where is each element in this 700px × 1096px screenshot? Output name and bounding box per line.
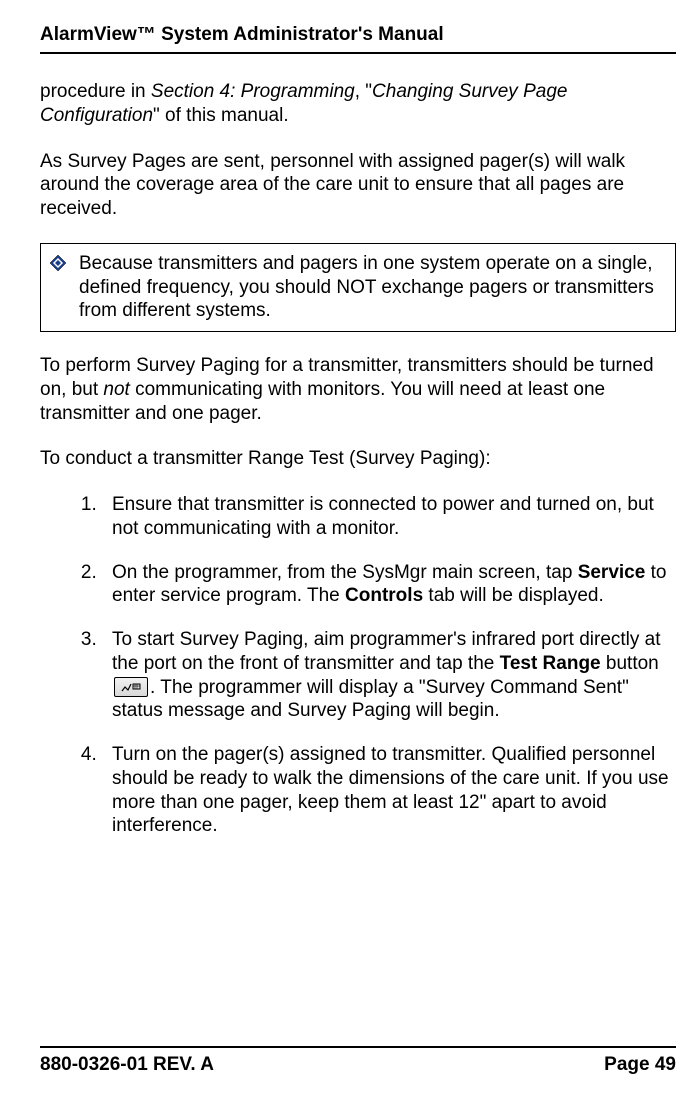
paragraph-2: As Survey Pages are sent, personnel with… (40, 150, 676, 221)
footer-page: Page 49 (604, 1054, 676, 1076)
list-item: On the programmer, from the SysMgr main … (102, 561, 676, 609)
text-italic: not (103, 379, 129, 400)
footer-rule (40, 1046, 676, 1048)
text-bold: Service (578, 562, 646, 583)
text-bold: Test Range (500, 653, 601, 674)
text: On the programmer, from the SysMgr main … (112, 562, 578, 583)
paragraph-3: To perform Survey Paging for a transmitt… (40, 354, 676, 425)
paragraph-4: To conduct a transmitter Range Test (Sur… (40, 447, 676, 471)
footer-row: 880-0326-01 REV. A Page 49 (40, 1054, 676, 1076)
note-text: Because transmitters and pagers in one s… (79, 252, 665, 323)
text-italic: Section 4: Programming (151, 81, 355, 102)
list-item: Turn on the pager(s) assigned to transmi… (102, 743, 676, 838)
list-item: Ensure that transmitter is connected to … (102, 493, 676, 541)
text: " of this manual. (153, 105, 289, 126)
text: . The programmer will display a "Survey … (112, 677, 629, 722)
text: tab will be displayed. (423, 585, 604, 606)
diamond-icon (49, 254, 67, 272)
page-footer: 880-0326-01 REV. A Page 49 (40, 1046, 676, 1076)
page-title: AlarmView™ System Administrator's Manual (40, 24, 676, 46)
step-text: Ensure that transmitter is connected to … (112, 494, 654, 539)
step-text: Turn on the pager(s) assigned to transmi… (112, 744, 669, 836)
text-bold: Controls (345, 585, 423, 606)
paragraph-1: procedure in Section 4: Programming, "Ch… (40, 80, 676, 128)
test-range-button-icon (114, 677, 148, 697)
text: button (601, 653, 659, 674)
text: , " (355, 81, 372, 102)
text: procedure in (40, 81, 151, 102)
page-container: AlarmView™ System Administrator's Manual… (0, 0, 700, 1096)
footer-rev: 880-0326-01 REV. A (40, 1054, 214, 1076)
note-callout: Because transmitters and pagers in one s… (40, 243, 676, 332)
header-rule (40, 52, 676, 54)
steps-list: Ensure that transmitter is connected to … (40, 493, 676, 838)
list-item: To start Survey Paging, aim programmer's… (102, 628, 676, 723)
